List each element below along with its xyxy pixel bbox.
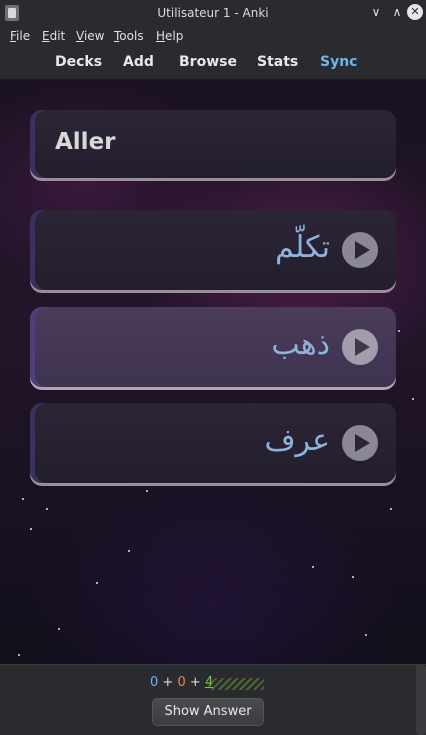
review-progress-stripes — [208, 678, 264, 690]
minimize-icon[interactable]: ∨ — [368, 4, 384, 20]
card-review-area: Aller تكلّم ذهب عرف — [0, 80, 426, 664]
review-bottom-bar: 0 + 0 + 4 Show Answer — [0, 664, 426, 735]
star-decoration — [58, 628, 60, 630]
toolbar-decks[interactable]: Decks — [55, 54, 102, 70]
new-count: 0 — [150, 675, 159, 690]
star-decoration — [46, 508, 48, 510]
star-decoration — [22, 498, 24, 500]
star-decoration — [146, 490, 148, 492]
toolbar-add[interactable]: Add — [123, 54, 154, 70]
deck-title-card: Aller — [30, 110, 396, 178]
answer-option-card[interactable]: تكلّم — [30, 210, 396, 290]
card-front-text: Aller — [55, 129, 116, 155]
toolbar-sync[interactable]: Sync — [320, 54, 357, 70]
play-audio-icon[interactable] — [342, 232, 378, 268]
play-audio-icon[interactable] — [342, 425, 378, 461]
arabic-word: تكلّم — [275, 230, 330, 265]
arabic-word: ذهب — [271, 327, 330, 362]
answer-option-card[interactable]: عرف — [30, 403, 396, 483]
toolbar-browse[interactable]: Browse — [179, 54, 237, 70]
star-decoration — [412, 398, 414, 400]
count-separator: + — [189, 675, 201, 690]
due-counts: 0 + 0 + 4 — [150, 675, 213, 690]
title-bar: Utilisateur 1 - Anki ∨ ∧ ✕ — [0, 0, 426, 26]
menu-edit[interactable]: Edit — [42, 29, 65, 43]
play-audio-icon[interactable] — [342, 329, 378, 365]
answer-option-card[interactable]: ذهب — [30, 307, 396, 387]
menu-tools[interactable]: Tools — [114, 29, 144, 43]
toolbar-stats[interactable]: Stats — [257, 54, 298, 70]
star-decoration — [365, 634, 367, 636]
count-separator: + — [162, 675, 174, 690]
window-title: Utilisateur 1 - Anki — [157, 6, 269, 20]
menu-bar: File Edit View Tools Help — [0, 26, 426, 46]
menu-help[interactable]: Help — [156, 29, 183, 43]
star-decoration — [390, 508, 392, 510]
main-toolbar: Decks Add Browse Stats Sync — [0, 46, 426, 80]
star-decoration — [128, 550, 130, 552]
star-decoration — [30, 528, 32, 530]
menu-view[interactable]: View — [76, 29, 104, 43]
arabic-word: عرف — [264, 423, 330, 458]
close-icon[interactable]: ✕ — [407, 4, 423, 20]
scrollbar[interactable] — [416, 665, 426, 735]
star-decoration — [96, 582, 98, 584]
menu-file[interactable]: File — [10, 29, 30, 43]
star-decoration — [312, 566, 314, 568]
star-decoration — [352, 576, 354, 578]
learn-count: 0 — [177, 675, 186, 690]
star-decoration — [398, 330, 400, 332]
maximize-icon[interactable]: ∧ — [389, 4, 405, 20]
show-answer-button[interactable]: Show Answer — [152, 698, 264, 726]
star-decoration — [18, 654, 20, 656]
